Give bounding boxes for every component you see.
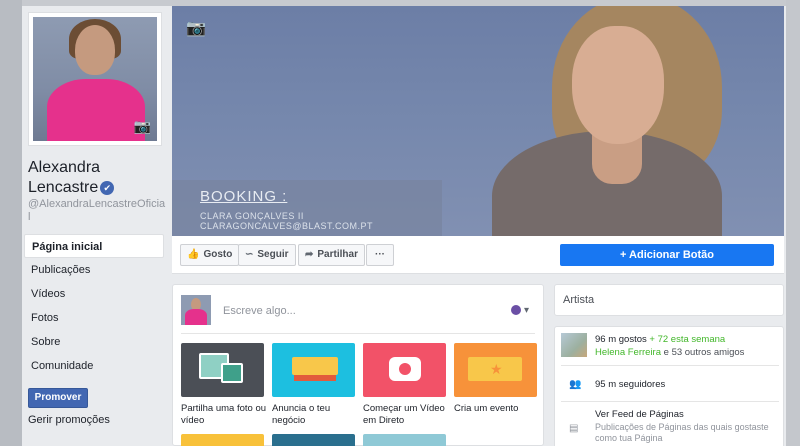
camera-icon[interactable]: 📷	[134, 118, 151, 135]
tile-photo-video-label: Partilha uma foto ou vídeo	[181, 403, 267, 426]
cover-photo[interactable]: 📷 BOOKING : CLARA GONÇALVES II CLARAGONC…	[172, 6, 784, 236]
nav-item-posts[interactable]: Publicações	[24, 258, 164, 282]
billboard-stand-icon	[294, 375, 336, 381]
booking-overlay: BOOKING : CLARA GONÇALVES II CLARAGONCAL…	[172, 180, 442, 236]
window-left-edge	[0, 0, 22, 446]
friend-name[interactable]: Helena Ferreira	[595, 347, 661, 358]
more-button[interactable]: ···	[366, 244, 394, 266]
pages-feed-description: Publicações de Páginas das quais gostast…	[595, 422, 769, 443]
followers-count[interactable]: 95 m seguidores	[595, 379, 665, 390]
tile-advertise[interactable]	[272, 343, 355, 397]
nav-item-home[interactable]: Página inicial	[24, 234, 164, 258]
about-sidebar: Artista 96 m gostos + 72 esta semana Hel…	[554, 284, 784, 446]
thumbs-up-icon: 👍	[187, 249, 200, 260]
chevron-down-icon: ▾	[523, 305, 529, 316]
page-action-bar: 👍 Gosto ∽ Seguir ➦ Partilhar ··· + Adici…	[172, 236, 784, 274]
nav-item-videos[interactable]: Vídeos	[24, 282, 164, 306]
tile-photo-video[interactable]	[181, 343, 264, 397]
composer-input[interactable]: Escreve algo...	[223, 305, 296, 317]
promote-button[interactable]: Promover	[28, 388, 88, 408]
avatar-body	[185, 309, 207, 325]
stats-divider	[561, 365, 779, 366]
tile-event-label: Cria um evento	[454, 403, 519, 414]
follow-label: Seguir	[257, 249, 289, 260]
cover-camera-icon[interactable]: 📷	[186, 18, 206, 38]
page-name[interactable]: Alexandra Lencastre ✔	[28, 158, 168, 198]
composer-avatar	[181, 295, 211, 325]
page-nav: Página inicial Publicações Vídeos Fotos …	[24, 234, 164, 378]
nav-item-about[interactable]: Sobre	[24, 330, 164, 354]
page-stats: 96 m gostos + 72 esta semana Helena Ferr…	[554, 326, 784, 446]
page-name-line1: Alexandra	[28, 159, 101, 176]
like-label: Gosto	[203, 249, 233, 260]
profile-picture[interactable]: 📷	[28, 12, 162, 146]
nav-item-photos[interactable]: Fotos	[24, 306, 164, 330]
likes-thumbnail	[561, 333, 587, 357]
page-category[interactable]: Artista	[554, 284, 784, 316]
window-right-edge	[786, 0, 800, 446]
friends-who-like[interactable]: Helena Ferreira e 53 outros amigos	[595, 347, 744, 358]
add-button[interactable]: + Adicionar Botão	[560, 244, 774, 266]
like-button[interactable]: 👍 Gosto	[180, 244, 240, 266]
page-handle[interactable]: @AlexandraLencastreOficial	[28, 198, 166, 224]
tile-row2-2[interactable]	[272, 434, 355, 446]
cover-figure-face	[572, 26, 664, 144]
friends-rest: e 53 outros amigos	[663, 347, 745, 358]
audience-selector[interactable]: ▾	[511, 305, 529, 316]
likes-increase: + 72 esta semana	[649, 334, 726, 345]
follow-button[interactable]: ∽ Seguir	[238, 244, 296, 266]
page-name-line2: Lencastre	[28, 179, 99, 196]
nav-item-community[interactable]: Comunidade	[24, 354, 164, 378]
video-icon	[221, 363, 243, 383]
booking-title: BOOKING :	[200, 188, 288, 205]
likes-count[interactable]: 96 m gostos + 72 esta semana	[595, 334, 725, 345]
profile-photo-body	[47, 79, 145, 141]
verified-badge-icon: ✔	[100, 180, 115, 195]
tile-live-video-label: Começar um Vídeo em Direto	[363, 403, 445, 426]
star-icon: ★	[490, 361, 503, 377]
profile-photo: 📷	[33, 17, 157, 141]
more-dots-icon: ···	[375, 249, 385, 260]
rss-icon: ∽	[245, 249, 254, 260]
tile-row2-3[interactable]	[363, 434, 446, 446]
pages-feed-link[interactable]: Ver Feed de Páginas	[595, 409, 684, 420]
share-arrow-icon: ➦	[305, 249, 314, 260]
live-camera-lens-icon	[399, 363, 411, 375]
likes-count-value: 96 m gostos	[595, 334, 647, 345]
followers-icon: 👥	[569, 379, 582, 390]
tile-live-video[interactable]	[363, 343, 446, 397]
composer-divider	[181, 333, 535, 334]
billboard-icon	[292, 357, 338, 375]
profile-photo-face	[75, 25, 115, 75]
tile-advertise-label: Anuncia o teu negócio	[272, 403, 331, 426]
stats-divider	[561, 401, 779, 402]
share-label: Partilhar	[317, 249, 358, 260]
share-button[interactable]: ➦ Partilhar	[298, 244, 365, 266]
booking-contact: CLARA GONÇALVES II CLARAGONCALVES@BLAST.…	[200, 211, 374, 231]
tile-row2-1[interactable]	[181, 434, 264, 446]
tile-event[interactable]: ★	[454, 343, 537, 397]
feed-icon: ▤	[569, 423, 579, 434]
page-avatar-icon	[511, 305, 522, 316]
post-composer: Escreve algo... ▾ Partilha uma foto ou v…	[172, 284, 544, 446]
manage-promotions-link[interactable]: Gerir promoções	[28, 414, 110, 426]
